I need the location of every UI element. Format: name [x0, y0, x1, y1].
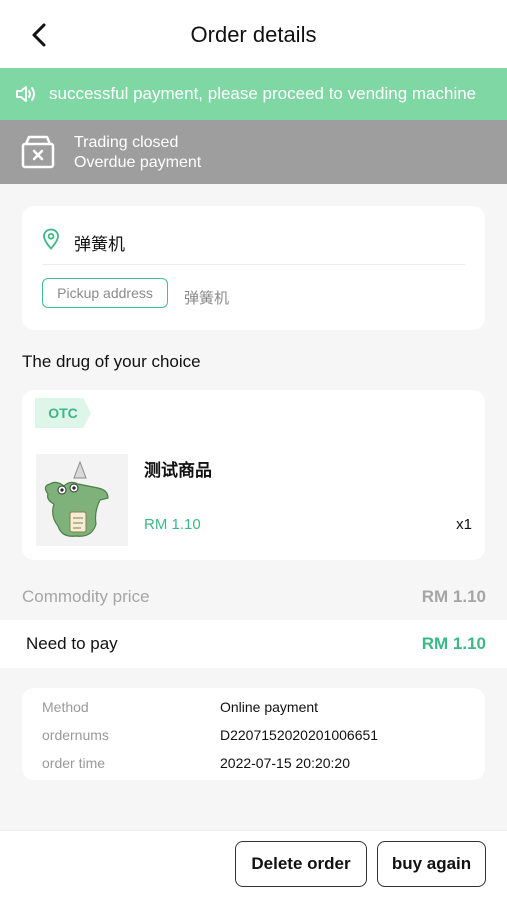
header-bar: Order details — [0, 0, 507, 68]
product-image — [36, 454, 128, 546]
product-name: 测试商品 — [144, 461, 212, 480]
otc-tag: OTC — [35, 398, 91, 428]
need-to-pay-value: RM 1.10 — [421, 634, 486, 653]
section-title: The drug of your choice — [22, 352, 201, 371]
order-time-value: 2022-07-15 20:20:20 — [220, 755, 350, 771]
buy-again-button[interactable]: buy again — [377, 841, 486, 887]
product-price: RM 1.10 — [144, 516, 201, 533]
commodity-price-value: RM 1.10 — [421, 587, 486, 606]
status-reason: Overdue payment — [74, 154, 202, 171]
order-number-label: ordernums — [42, 727, 109, 743]
closed-box-icon — [21, 135, 55, 169]
payment-notice-banner: successful payment, please proceed to ve… — [0, 68, 507, 120]
vending-machine-name: 弹簧机 — [74, 235, 125, 254]
product-quantity: x1 — [456, 516, 472, 533]
divider — [42, 264, 465, 265]
method-label: Method — [42, 699, 89, 715]
pickup-address-value: 弹簧机 — [184, 290, 230, 307]
commodity-price-label: Commodity price — [22, 587, 150, 606]
delete-order-button[interactable]: Delete order — [235, 841, 367, 887]
speaker-icon — [16, 86, 35, 102]
order-status-bar — [0, 120, 507, 184]
pickup-address-badge: Pickup address — [42, 278, 168, 308]
page-title: Order details — [190, 22, 317, 47]
status-text: Trading closed — [74, 134, 179, 151]
location-pin-icon — [43, 228, 59, 250]
order-time-label: order time — [42, 755, 106, 771]
location-card — [22, 206, 485, 330]
need-to-pay-label: Need to pay — [26, 634, 118, 653]
order-number-value: D2207152020201006651 — [220, 727, 379, 743]
notice-text: successful payment, please proceed to ve… — [49, 84, 477, 103]
method-value: Online payment — [220, 699, 319, 715]
